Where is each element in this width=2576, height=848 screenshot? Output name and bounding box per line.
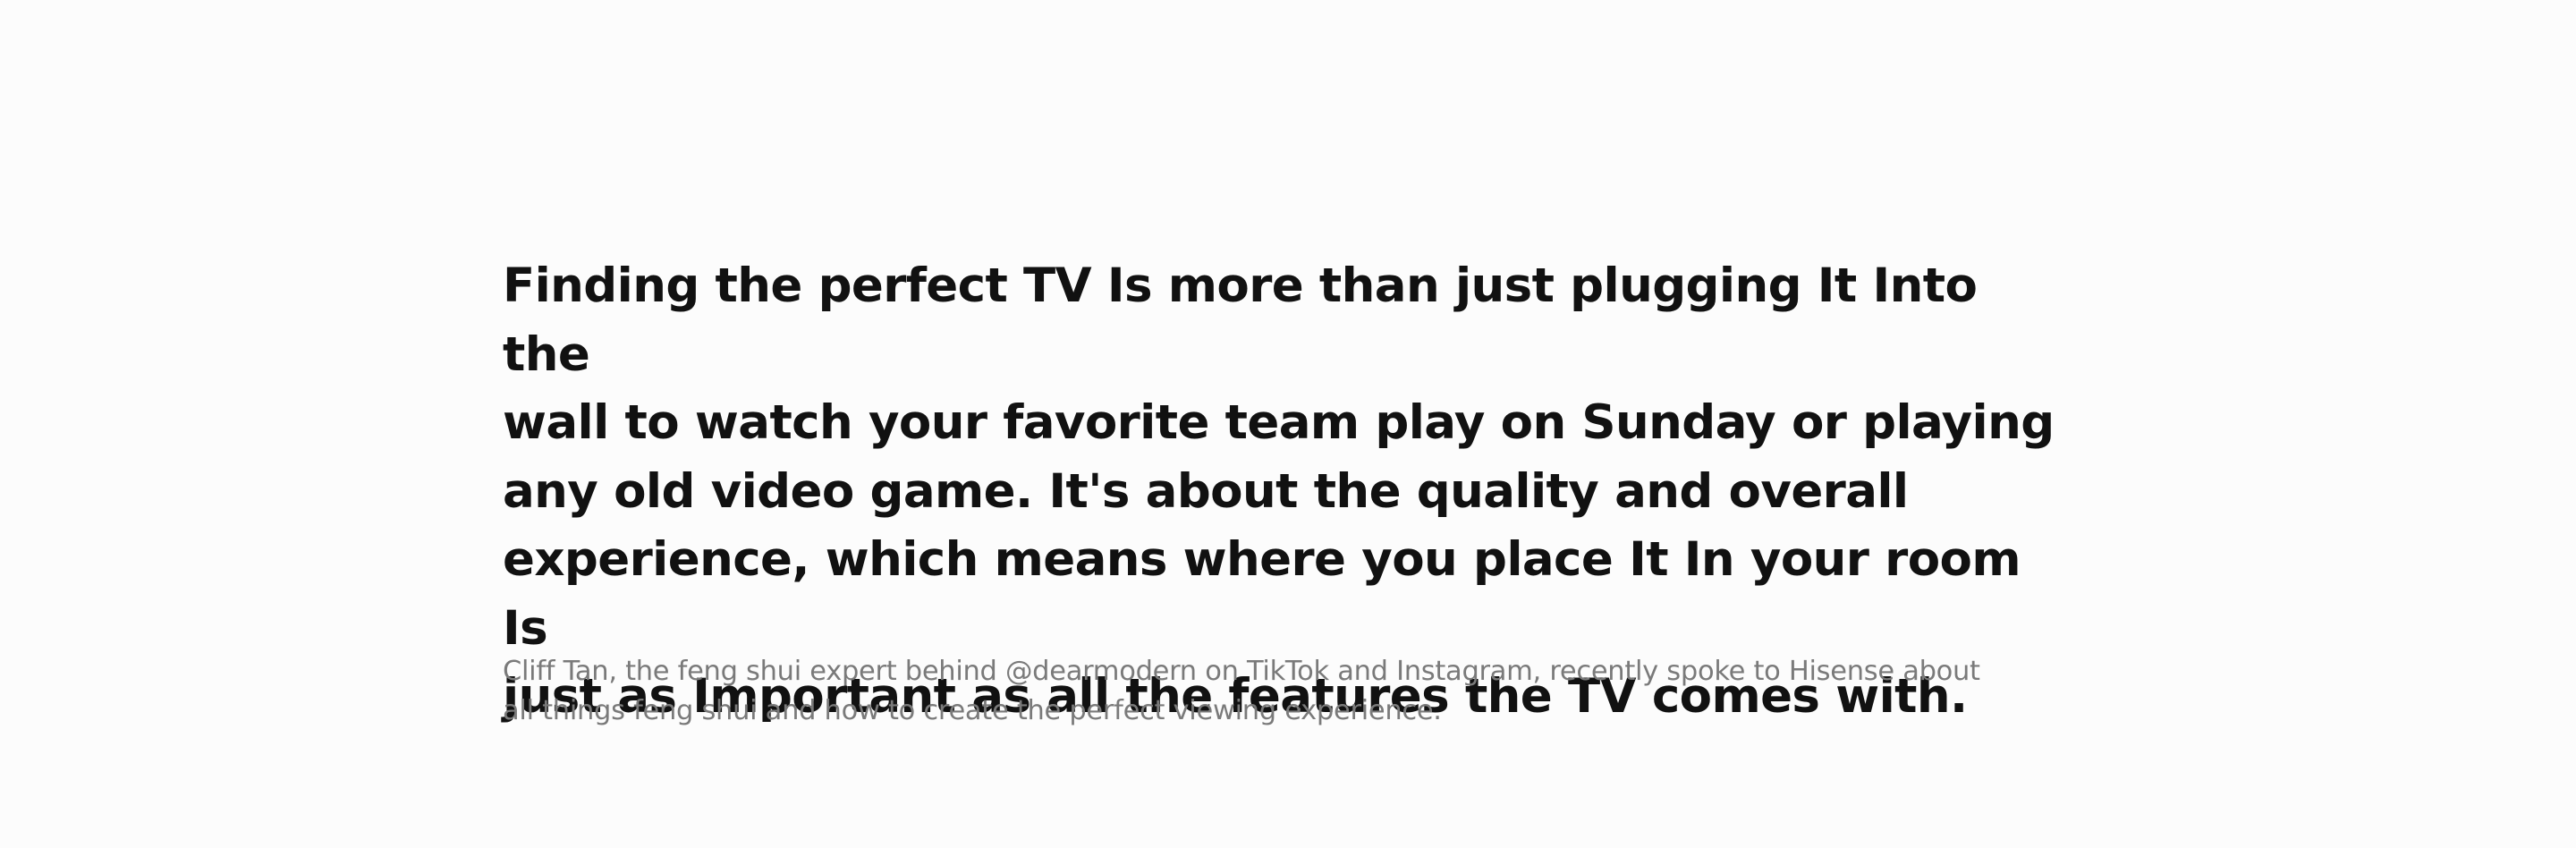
page: { "quote": { "headline": "Finding the pe… xyxy=(0,0,2576,848)
intro-subtext: Cliff Tan, the feng shui expert behind @… xyxy=(503,656,1980,726)
article-intro: Finding the perfect TV Is more than just… xyxy=(503,252,2059,732)
